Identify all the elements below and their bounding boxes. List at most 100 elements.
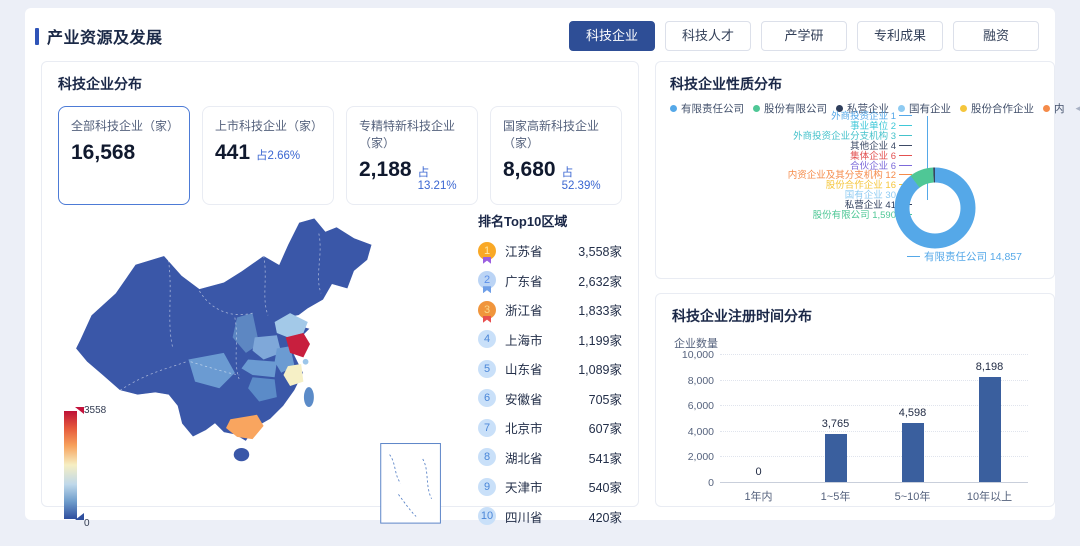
- top10-title: 排名Top10区域: [478, 211, 622, 230]
- region-name: 北京市: [505, 418, 543, 437]
- region-count: 1,199家: [578, 330, 622, 349]
- province-shanghai[interactable]: [303, 359, 309, 365]
- bar-slot: 8,198: [951, 354, 1028, 482]
- x-tick-label: 1年内: [720, 488, 797, 504]
- rank-4-badge-icon: 4: [478, 330, 496, 348]
- region-count: 1,833家: [578, 300, 622, 319]
- top10-row: 9 天津市 540家: [478, 472, 622, 502]
- registration-time-card: 科技企业注册时间分布 企业数量 10,000 8,000 6,000 4,000…: [655, 293, 1055, 507]
- rank-7-badge-icon: 7: [478, 419, 496, 437]
- stat-label: 上市科技企业（家）: [215, 117, 321, 134]
- right-column: 科技企业性质分布 有限责任公司 股份有限公司 私营企业 国有企业 股份合作企业 …: [655, 61, 1055, 507]
- page-title-wrap: 产业资源及发展: [35, 24, 163, 48]
- x-tick-label: 1~5年: [797, 488, 874, 504]
- hainan-island[interactable]: [234, 448, 249, 461]
- bar-chart-plot: 10,000 8,000 6,000 4,000 2,000 0 0 3,765…: [720, 354, 1028, 482]
- y-tick-label: 10,000: [674, 349, 714, 361]
- nature-title: 科技企业性质分布: [670, 74, 1040, 94]
- bar: [902, 423, 924, 482]
- main-content: 科技企业分布 全部科技企业（家） 16,568 上市科技企业（家） 441 占2…: [25, 59, 1055, 507]
- y-tick-label: 6,000: [674, 400, 714, 412]
- bar-slot: 4,598: [874, 354, 951, 482]
- rank-1-badge-icon: 1: [478, 242, 496, 260]
- top10-row: 5 山东省 1,089家: [478, 354, 622, 384]
- tab-2[interactable]: 产学研: [761, 21, 847, 51]
- legend-pager: ◀ 1/3 ▶: [1076, 103, 1080, 115]
- regtime-title: 科技企业注册时间分布: [672, 306, 1038, 326]
- company-nature-card: 科技企业性质分布 有限责任公司 股份有限公司 私营企业 国有企业 股份合作企业 …: [655, 61, 1055, 279]
- top10-row: 7 北京市 607家: [478, 413, 622, 443]
- stat-card-1[interactable]: 上市科技企业（家） 441 占2.66%: [202, 106, 334, 205]
- stat-card-2[interactable]: 专精特新科技企业（家） 2,188 占13.21%: [346, 106, 478, 205]
- bar-value-label: 4,598: [899, 407, 927, 419]
- top10-row: 2 广东省 2,632家: [478, 266, 622, 296]
- tab-3[interactable]: 专利成果: [857, 21, 943, 51]
- dashboard-panel: 产业资源及发展 科技企业科技人才产学研专利成果融资 科技企业分布 全部科技企业（…: [25, 8, 1055, 520]
- page-title: 产业资源及发展: [47, 24, 163, 48]
- stat-value: 16,568: [71, 141, 135, 165]
- rank-3-badge-icon: 3: [478, 301, 496, 319]
- region-count: 540家: [589, 477, 622, 496]
- bar-slot: 0: [720, 354, 797, 482]
- china-map[interactable]: 3558 0: [58, 209, 478, 541]
- rank-5-badge-icon: 5: [478, 360, 496, 378]
- tab-1[interactable]: 科技人才: [665, 21, 751, 51]
- medal-ribbon: [483, 257, 491, 264]
- map-zone: 3558 0 排名Top10区域 1 江苏省 3,558家 2 广东省 2,63…: [58, 209, 622, 541]
- tab-group: 科技企业科技人才产学研专利成果融资: [569, 21, 1039, 51]
- stat-value: 2,188: [359, 158, 412, 182]
- top10-row: 10 四川省 420家: [478, 502, 622, 532]
- y-tick-label: 2,000: [674, 451, 714, 463]
- region-name: 四川省: [505, 507, 543, 526]
- tab-0[interactable]: 科技企业: [569, 21, 655, 51]
- stat-card-0[interactable]: 全部科技企业（家） 16,568: [58, 106, 190, 205]
- stat-percent: 占2.66%: [256, 147, 300, 163]
- region-name: 广东省: [505, 271, 543, 290]
- stat-label: 国家高新科技企业（家）: [503, 117, 609, 151]
- top10-row: 1 江苏省 3,558家: [478, 236, 622, 266]
- donut-main-connector: [907, 256, 920, 257]
- region-name: 天津市: [505, 477, 543, 496]
- rank-6-badge-icon: 6: [478, 389, 496, 407]
- region-name: 浙江省: [505, 300, 543, 319]
- tech-company-distribution-card: 科技企业分布 全部科技企业（家） 16,568 上市科技企业（家） 441 占2…: [41, 61, 639, 507]
- region-name: 江苏省: [505, 241, 543, 260]
- top10-row: 3 浙江省 1,833家: [478, 295, 622, 325]
- medal-ribbon: [483, 316, 491, 323]
- rank-9-badge-icon: 9: [478, 478, 496, 496]
- stat-value: 441: [215, 141, 250, 165]
- stat-label: 专精特新科技企业（家）: [359, 117, 465, 151]
- stat-label: 全部科技企业（家）: [71, 117, 177, 134]
- region-count: 607家: [589, 418, 622, 437]
- bars: 0 3,765 4,598 8,198: [720, 354, 1028, 482]
- stat-card-3[interactable]: 国家高新科技企业（家） 8,680 占52.39%: [490, 106, 622, 205]
- bar-value-label: 0: [755, 466, 761, 478]
- top10-list: 1 江苏省 3,558家 2 广东省 2,632家 3 浙江省 1,833家 4…: [478, 236, 622, 531]
- top10-row: 4 上海市 1,199家: [478, 325, 622, 355]
- bar: [825, 434, 847, 482]
- region-count: 1,089家: [578, 359, 622, 378]
- taiwan-island[interactable]: [304, 387, 314, 407]
- y-axis-label: 企业数量: [674, 335, 1038, 351]
- top10-panel: 排名Top10区域 1 江苏省 3,558家 2 广东省 2,632家 3 浙江…: [478, 209, 622, 541]
- donut-main-label: 有限责任公司 14,857: [907, 249, 1022, 264]
- region-count: 2,632家: [578, 271, 622, 290]
- y-tick-label: 0: [674, 477, 714, 489]
- map-colorbar: 3558 0: [64, 401, 134, 529]
- legend-item[interactable]: 内: [1043, 101, 1065, 116]
- region-count: 541家: [589, 448, 622, 467]
- tab-4[interactable]: 融资: [953, 21, 1039, 51]
- pager-prev-icon[interactable]: ◀: [1076, 103, 1080, 114]
- title-accent-bar: [35, 28, 39, 45]
- colorbar-min-handle[interactable]: [75, 513, 84, 520]
- rank-2-badge-icon: 2: [478, 271, 496, 289]
- bar-slot: 3,765: [797, 354, 874, 482]
- colorbar-max-handle[interactable]: [75, 407, 84, 414]
- top10-row: 6 安徽省 705家: [478, 384, 622, 414]
- header: 产业资源及发展 科技企业科技人才产学研专利成果融资: [25, 8, 1055, 59]
- rank-10-badge-icon: 10: [478, 507, 496, 525]
- region-count: 705家: [589, 389, 622, 408]
- gridline: 0: [720, 482, 1028, 483]
- x-axis-labels: 1年内1~5年5~10年10年以上: [720, 488, 1028, 504]
- colorbar-gradient: [64, 411, 77, 519]
